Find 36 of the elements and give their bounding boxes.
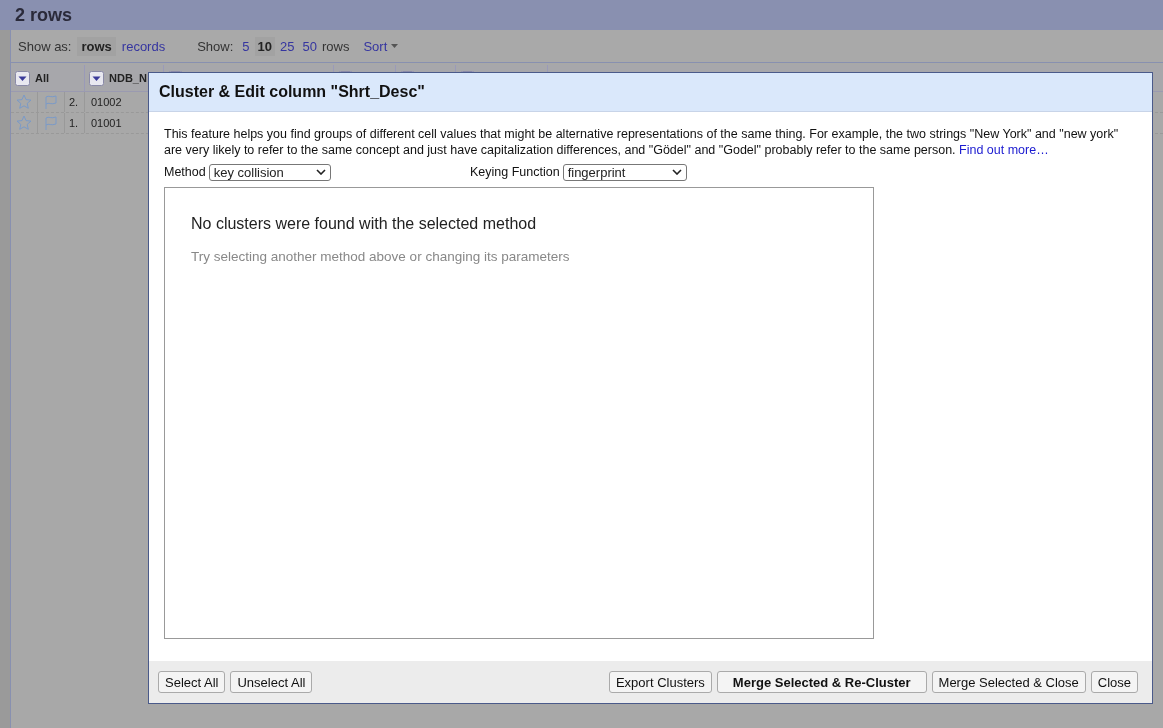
keying-function-dropdown[interactable]: fingerprint <box>562 163 687 181</box>
dialog-button[interactable]: Merge Selected & Re-Cluster <box>716 671 927 693</box>
star-icon[interactable] <box>16 115 32 131</box>
method-label: Method <box>164 165 206 179</box>
description-text: This feature helps you find groups of different cell values that might be alternative representations of the same thing. For example, the two strings "New York" and "new york" are very likely to refer to the same concept and just have capitalization differences, and "Gödel" and "Godel" probably refer to the same person. Find out more… <box>164 126 1120 158</box>
dropdown-icon[interactable] <box>89 70 104 86</box>
view-mode-link[interactable]: rows <box>77 36 116 56</box>
find-out-more-link[interactable]: Find out more… <box>959 143 1049 157</box>
dialog-button[interactable]: Merge Selected & Close <box>931 671 1086 693</box>
page-size-link[interactable]: 50 <box>299 36 320 56</box>
row-index: 1. <box>65 113 85 133</box>
page-size-link[interactable]: 10 <box>254 36 276 56</box>
page-size-link[interactable]: 25 <box>277 36 298 56</box>
chevron-icon[interactable] <box>315 169 326 175</box>
dialog-button[interactable]: Export Clusters <box>608 671 712 693</box>
column-title: NDB_N <box>109 72 147 84</box>
page-size-link[interactable]: 5 <box>239 36 253 56</box>
dropdown-icon[interactable] <box>15 70 30 86</box>
rows-label: rows <box>321 38 350 54</box>
hint-text: Try selecting another method above or changing its parameters <box>191 249 571 264</box>
caret-icon[interactable] <box>391 44 399 48</box>
show-as-label: Show as: <box>18 38 72 54</box>
chevron-icon[interactable] <box>671 169 682 175</box>
row-count-title: 2 rows <box>15 4 73 26</box>
keying-function-label: Keying Function <box>470 165 560 179</box>
dialog-button[interactable]: Select All <box>158 671 226 693</box>
empty-message: No clusters were found with the selected method <box>191 215 538 233</box>
star-icon[interactable] <box>16 94 32 110</box>
show-label: Show: <box>197 38 234 54</box>
sort-menu[interactable]: Sort <box>359 36 403 56</box>
column-title: All <box>35 72 50 84</box>
dialog-button[interactable]: Close <box>1090 671 1138 693</box>
method-dropdown[interactable]: key collision <box>208 163 331 181</box>
row-index: 2. <box>65 92 85 112</box>
dialog-button[interactable]: Unselect All <box>230 671 313 693</box>
view-mode-link[interactable]: records <box>117 36 170 56</box>
